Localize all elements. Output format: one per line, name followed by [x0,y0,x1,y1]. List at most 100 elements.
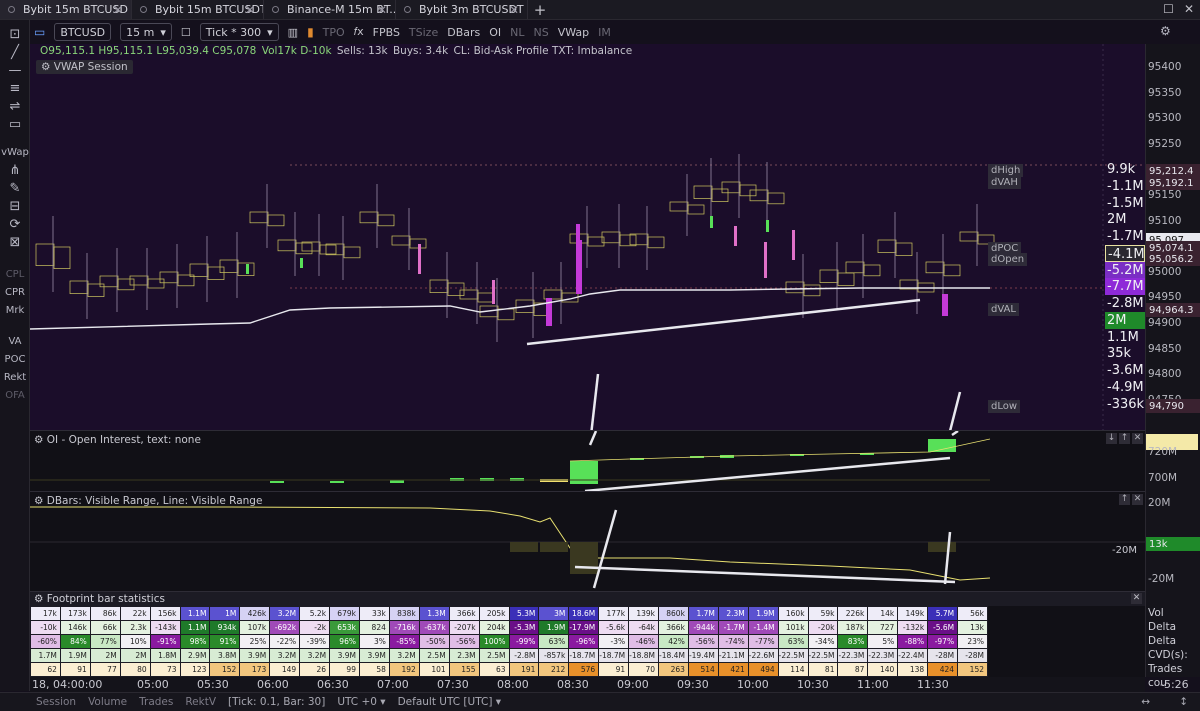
footprint-cell: -207k [448,620,480,635]
tab-4[interactable]: Bybit 3m BTCUSDT ✕ [396,0,528,19]
status-trades[interactable]: Trades [139,696,173,708]
close-icon[interactable]: ✕ [1184,2,1194,16]
footprint-cell: 96% [329,634,360,649]
timeframe-label: 15 m [126,25,155,39]
rekt-tool[interactable]: Rekt [0,369,30,387]
toolbar-dbars[interactable]: DBars [447,26,480,39]
vwap-session-tag[interactable]: ⚙ VWAP Session [36,60,133,74]
candle-type-icon[interactable]: ▥ [288,26,298,39]
footprint-cell: 107k [239,620,271,635]
footprint-cell: 91 [598,662,630,677]
add-tab-button[interactable]: + [528,0,552,19]
tick-selector[interactable]: Tick * 300 ▾ [199,23,279,41]
move-down-icon[interactable]: ↓ [1106,433,1117,444]
footprint-cell: 824 [358,620,390,635]
status-rektv[interactable]: RektV [185,696,216,708]
level-dvah: dVAH [988,176,1021,189]
dbars-bar [928,542,956,552]
toolbar-nl[interactable]: NL [510,26,524,39]
footprint-cell: 727 [867,620,899,635]
close-tab-icon[interactable]: ✕ [245,3,255,17]
close-tab-icon[interactable]: ✕ [377,3,387,17]
cycle-icon[interactable]: ⟳ [0,216,30,234]
footprint-cell: -22.5M [777,648,809,663]
footprint-icon[interactable]: ▮ [307,25,314,39]
move-up-icon[interactable]: ↑ [1119,494,1130,505]
time-tick: 09:30 [677,678,709,691]
cpl-tool[interactable]: CPL [0,266,30,284]
channel-icon[interactable]: ⇌ [0,98,30,116]
footprint-cell: -5.6M [927,620,959,635]
footprint-cell: -64k [628,620,660,635]
move-up-icon[interactable]: ↑ [1119,433,1130,444]
dbars-bar [510,542,538,552]
footprint-stats-header: ⚙ Footprint bar statistics ✕ [30,591,1145,606]
close-icon[interactable]: ✕ [1132,433,1143,444]
settings-icon[interactable]: ⚙ [1160,24,1171,38]
brush-icon[interactable]: ✎ [0,180,30,198]
oi-pane[interactable]: ⚙ OI - Open Interest, text: none ↓ ↑ ✕ [30,430,1145,491]
measure-icon[interactable]: ⊠ [0,234,30,252]
ruler-icon[interactable]: ⊟ [0,198,30,216]
trendline-icon[interactable]: ╱ [0,44,30,62]
window-icon[interactable]: ⊡ [0,26,30,44]
close-tab-icon[interactable]: ✕ [113,3,123,17]
footprint-cell: 679k [329,606,360,621]
close-icon[interactable]: ✕ [1131,593,1142,604]
rectangle-icon[interactable]: ▭ [0,116,30,134]
tab-3[interactable]: Binance-M 15m BT... ✕ [264,0,396,19]
delta-value: 35k [1107,346,1132,361]
resize-horizontal-icon[interactable]: ↔ [1141,696,1150,708]
folder-icon[interactable]: ▭ [34,25,45,39]
va-tool[interactable]: VA [0,333,30,351]
footprint-cell: 73 [149,662,181,677]
footprint-cell: 3.2M [269,606,301,621]
checkbox-icon[interactable]: ☐ [181,26,191,39]
footprint-cell: -18.8M [628,648,660,663]
pitchfork-icon[interactable]: ⋔ [0,162,30,180]
hline-icon[interactable]: — [0,62,30,80]
toolbar-ns[interactable]: NS [534,26,549,39]
cpr-tool[interactable]: CPR [0,284,30,302]
close-tab-icon[interactable]: ✕ [509,3,519,17]
status-utc-offset[interactable]: UTC +0 ▾ [337,696,385,708]
footprint-cell: 2M [89,648,121,663]
tab-status-dot [140,6,147,13]
symbol-selector[interactable]: BTCUSD [54,23,112,41]
time-tick: 11:00 [857,678,889,691]
footprint-box [117,278,135,291]
tab-1[interactable]: Bybit 15m BTCUSD ✕ [0,0,132,19]
close-icon[interactable]: ✕ [1132,494,1143,505]
footprint-cell: 3M [538,606,570,621]
toolbar-tpo[interactable]: TPO [323,26,345,39]
imbalance-highlight [576,240,582,294]
footprint-stats-title: ⚙ Footprint bar statistics [34,593,165,605]
toolbar-tsize[interactable]: TSize [409,26,438,39]
toolbar-im[interactable]: IM [598,26,611,39]
ofa-tool[interactable]: OFA [0,387,30,405]
dbars-pane[interactable]: ⚙ DBars: Visible Range, Line: Visible Ra… [30,491,1145,591]
footprint-cell: -1.4M [747,620,779,635]
poc-tool[interactable]: POC [0,351,30,369]
price-badge: 95,056.2 [1146,252,1200,266]
fib-icon[interactable]: ≡ [0,80,30,98]
main-chart[interactable] [30,44,1145,430]
app-window: Bybit 15m BTCUSD ✕ Bybit 15m BTCUSDT ✕ Binan… [0,0,1200,711]
footprint-stats-table: 17k 173k 86k 22k 156k 1.1M 1M 426k 3.2M 5.2k 679k 3… [30,606,988,677]
toolbar-oi[interactable]: OI [489,26,501,39]
toolbar-fpbs[interactable]: FPBS [373,26,400,39]
status-timezone[interactable]: Default UTC [UTC] ▾ [398,696,501,708]
maximize-icon[interactable]: ☐ [1163,2,1174,16]
resize-vertical-icon[interactable]: ↕ [1179,696,1188,708]
imbalance-highlight [792,230,795,260]
toolbar-vwap[interactable]: VWap [558,26,589,39]
status-session[interactable]: Session [36,696,76,708]
mrk-tool[interactable]: Mrk [0,302,30,320]
indicator-fx-icon[interactable]: 𝑓x [354,25,364,39]
arrow-line [588,431,598,446]
status-volume[interactable]: Volume [88,696,127,708]
vwap-tool[interactable]: vWap [0,144,30,162]
footprint-box [325,243,345,256]
timeframe-selector[interactable]: 15 m ▾ [120,23,172,41]
tab-2[interactable]: Bybit 15m BTCUSDT ✕ [132,0,264,19]
